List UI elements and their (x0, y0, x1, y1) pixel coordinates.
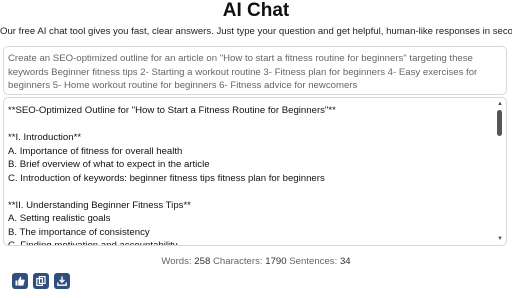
response-line: B. The importance of consistency (8, 226, 150, 238)
like-button[interactable] (12, 273, 28, 289)
scrollbar-thumb[interactable] (497, 110, 502, 136)
sentences-count: 34 (339, 256, 351, 267)
scrollbar[interactable]: ▲ ▼ (496, 100, 504, 243)
characters-label: Characters: (212, 256, 263, 267)
response-line: C. Introduction of keywords: beginner fi… (8, 172, 325, 184)
copy-icon (36, 276, 46, 286)
page-title: AI Chat (222, 0, 290, 21)
words-label: Words: (161, 256, 192, 267)
response-line: **II. Understanding Beginner Fitness Tip… (8, 199, 191, 211)
response-line: A. Setting realistic goals (8, 213, 111, 224)
page-subtitle: Our free AI chat tool gives you fast, cl… (0, 26, 512, 37)
sentences-label: Sentences: (289, 256, 338, 267)
response-text: **SEO-Optimized Outline for "How to Star… (8, 104, 492, 246)
response-line (8, 118, 492, 132)
scroll-up-arrow-icon[interactable]: ▲ (496, 100, 504, 108)
download-button[interactable] (54, 273, 70, 289)
response-line: B. Brief overview of what to expect in t… (8, 159, 210, 170)
response-line: **SEO-Optimized Outline for "How to Star… (8, 105, 336, 116)
response-output[interactable]: **SEO-Optimized Outline for "How to Star… (3, 97, 507, 246)
prompt-text: Create an SEO-optimized outline for an a… (8, 53, 478, 91)
characters-count: 1790 (265, 256, 287, 267)
thumbs-up-icon (15, 276, 25, 286)
response-line: C. Finding motivation and accountability (8, 240, 178, 246)
text-stats: Words: 258 Characters: 1790 Sentences: 3… (0, 255, 512, 268)
action-buttons (12, 273, 75, 289)
copy-button[interactable] (33, 273, 49, 289)
words-count: 258 (194, 256, 211, 267)
prompt-input[interactable]: Create an SEO-optimized outline for an a… (3, 46, 507, 95)
response-line (8, 185, 492, 199)
download-icon (57, 276, 67, 286)
response-line: A. Importance of fitness for overall hea… (8, 145, 183, 157)
scroll-down-arrow-icon[interactable]: ▼ (496, 235, 504, 243)
response-line: **I. Introduction** (8, 132, 82, 143)
